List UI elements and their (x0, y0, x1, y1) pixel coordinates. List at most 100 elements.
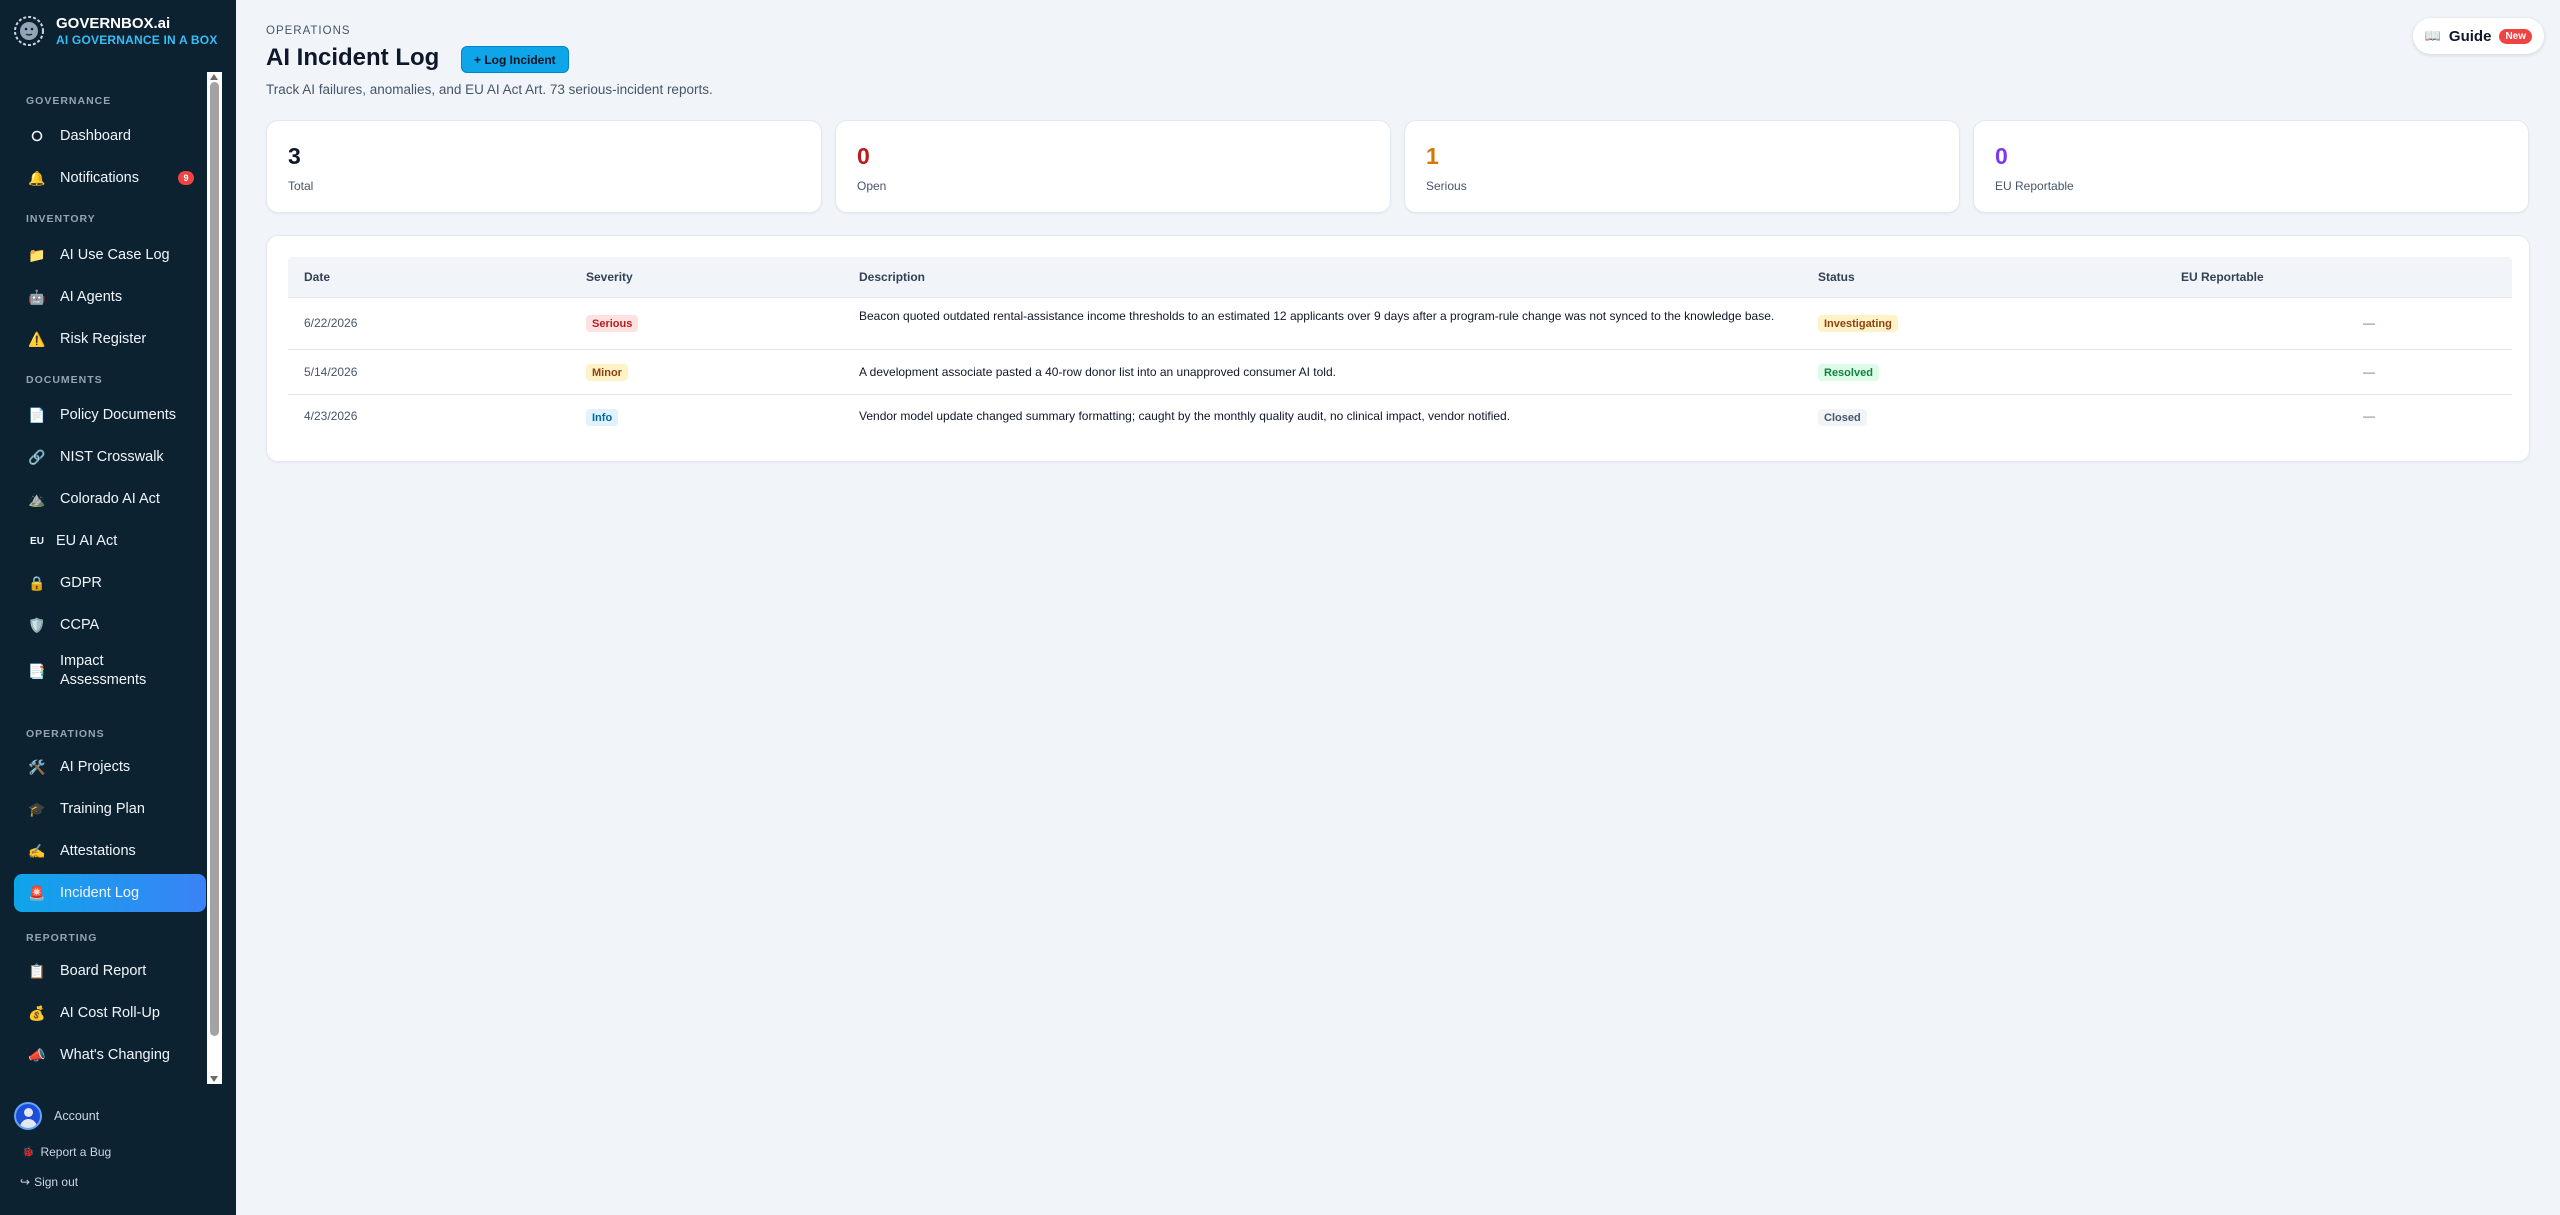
scroll-thumb[interactable] (210, 82, 219, 1036)
section-label-reporting: REPORTING (26, 932, 98, 944)
cell-eu-reportable: — (2363, 316, 2375, 330)
sidebar-item-ai-agents[interactable]: 🤖 AI Agents (14, 278, 206, 316)
main-content: OPERATIONS AI Incident Log + Log Inciden… (236, 0, 2560, 1215)
stat-value: 0 (1995, 143, 2008, 169)
sidebar-item-nist-crosswalk[interactable]: 🔗 NIST Crosswalk (14, 438, 206, 476)
stat-label: Open (857, 179, 887, 193)
sidebar-item-whats-changing[interactable]: 📣 What's Changing (14, 1036, 206, 1074)
stat-card-open: 0 Open (835, 120, 1391, 213)
sidebar-item-label: Notifications (60, 169, 139, 186)
severity-badge: Info (586, 409, 619, 426)
section-label-operations: OPERATIONS (26, 728, 105, 740)
stat-value: 0 (857, 143, 870, 169)
sign-out-link[interactable]: ↪ Sign out (20, 1175, 78, 1189)
status-badge: Investigating (1818, 315, 1898, 332)
sidebar-item-notifications[interactable]: 🔔 Notifications 9 (14, 159, 206, 197)
section-label-governance: GOVERNANCE (26, 95, 112, 107)
section-label-inventory: INVENTORY (26, 213, 96, 225)
sidebar-item-gdpr[interactable]: 🔒 GDPR (14, 564, 206, 602)
scroll-up-arrow-icon[interactable] (210, 74, 218, 80)
sign-out-label: Sign out (34, 1175, 79, 1189)
sidebar-item-label: AI Cost Roll-Up (60, 1004, 160, 1021)
stat-card-serious: 1 Serious (1404, 120, 1960, 213)
account-label: Account (54, 1109, 100, 1123)
table-row[interactable]: 6/22/2026 Serious Beacon quoted outdated… (288, 297, 2512, 349)
table-header: Date Severity Description Status EU Repo… (288, 257, 2512, 297)
table-row[interactable]: 5/14/2026 Minor A development associate … (288, 349, 2512, 394)
column-header-status[interactable]: Status (1818, 270, 1855, 284)
sidebar-item-label: NIST Crosswalk (60, 448, 164, 465)
sidebar-item-label: Training Plan (60, 800, 145, 817)
sidebar-item-impact-assessments[interactable]: 📑 Impact Assessments (14, 648, 206, 694)
status-badge: Resolved (1818, 364, 1879, 381)
log-incident-button[interactable]: + Log Incident (461, 46, 569, 73)
sidebar-item-attestations[interactable]: ✍️ Attestations (14, 832, 206, 870)
status-badge: Closed (1818, 409, 1867, 426)
report-bug-link[interactable]: 🐞 Report a Bug (22, 1145, 111, 1159)
shield-icon: 🛡️ (28, 616, 46, 633)
graduation-cap-icon: 🎓 (28, 800, 46, 817)
column-header-eu-reportable[interactable]: EU Reportable (2181, 270, 2264, 284)
sidebar-item-policy-documents[interactable]: 📄 Policy Documents (14, 396, 206, 434)
stat-card-eu-reportable: 0 EU Reportable (1973, 120, 2529, 213)
incident-table: Date Severity Description Status EU Repo… (266, 235, 2530, 462)
avatar (14, 1102, 42, 1130)
sidebar-item-colorado-ai-act[interactable]: ⛰️ Colorado AI Act (14, 480, 206, 518)
sidebar-item-eu-ai-act[interactable]: EU EU AI Act (14, 522, 206, 560)
table-row[interactable]: 4/23/2026 Info Vendor model update chang… (288, 394, 2512, 439)
sidebar-item-risk-register[interactable]: ⚠️ Risk Register (14, 320, 206, 358)
cell-eu-reportable: — (2363, 409, 2375, 423)
stat-card-total: 3 Total (266, 120, 822, 213)
cell-description: Beacon quoted outdated rental-assistance… (859, 309, 1775, 323)
new-badge: New (2499, 28, 2532, 44)
link-icon: 🔗 (28, 448, 46, 465)
bell-icon: 🔔 (28, 169, 46, 186)
sidebar-item-ai-projects[interactable]: 🛠️ AI Projects (14, 748, 206, 786)
book-icon: 📖 (2424, 28, 2441, 43)
cell-description: A development associate pasted a 40-row … (859, 365, 1336, 379)
sidebar-item-board-report[interactable]: 📋 Board Report (14, 952, 206, 990)
sidebar-item-ccpa[interactable]: 🛡️ CCPA (14, 606, 206, 644)
lock-icon: 🔒 (28, 574, 46, 591)
column-header-description[interactable]: Description (859, 270, 925, 284)
account-link[interactable]: Account (14, 1102, 99, 1130)
stat-value: 1 (1426, 143, 1439, 169)
sidebar-item-dashboard[interactable]: Dashboard (14, 117, 206, 155)
siren-icon: 🚨 (28, 884, 46, 901)
sidebar-item-label: CCPA (60, 616, 100, 633)
sidebar-item-label: Risk Register (60, 330, 147, 347)
sidebar-scrollbar[interactable] (207, 72, 222, 1084)
eu-icon: EU (30, 535, 44, 547)
notification-count-badge: 9 (178, 171, 194, 185)
sidebar-item-label: Incident Log (60, 884, 140, 901)
section-label-documents: DOCUMENTS (26, 374, 103, 386)
megaphone-icon: 📣 (28, 1046, 46, 1063)
sidebar-item-label: AI Projects (60, 758, 131, 775)
cell-date: 5/14/2026 (304, 365, 358, 379)
sidebar-item-label: Impact Assessments (60, 653, 147, 688)
severity-badge: Serious (586, 315, 639, 332)
column-header-date[interactable]: Date (304, 270, 330, 284)
sidebar-item-ai-use-case-log[interactable]: 📁 AI Use Case Log (14, 236, 206, 274)
sidebar-item-label: EU AI Act (56, 532, 118, 549)
sidebar-item-label: Board Report (60, 962, 147, 979)
cell-date: 6/22/2026 (304, 316, 358, 330)
breadcrumb: OPERATIONS (266, 25, 351, 37)
sidebar-item-incident-log[interactable]: 🚨 Incident Log (14, 874, 206, 912)
cell-description: Vendor model update changed summary form… (859, 409, 1511, 423)
sidebar-item-label: AI Use Case Log (60, 246, 170, 263)
sidebar-item-ai-cost-roll-up[interactable]: 💰 AI Cost Roll-Up (14, 994, 206, 1032)
clipboard-icon: 📋 (28, 962, 46, 979)
money-bag-icon: 💰 (28, 1004, 46, 1021)
tools-icon: 🛠️ (28, 758, 46, 775)
guide-button[interactable]: 📖 Guide New (2412, 18, 2544, 54)
page-subtitle: Track AI failures, anomalies, and EU AI … (266, 82, 713, 97)
brand-name: GOVERNBOX.ai (56, 14, 171, 32)
report-icon: 📑 (28, 662, 46, 679)
brand[interactable]: GOVERNBOX.ai AI GOVERNANCE IN A BOX (12, 14, 218, 48)
page-title: AI Incident Log (266, 44, 440, 71)
document-icon: 📄 (28, 406, 46, 423)
column-header-severity[interactable]: Severity (586, 270, 633, 284)
sidebar-item-training-plan[interactable]: 🎓 Training Plan (14, 790, 206, 828)
scroll-down-arrow-icon[interactable] (210, 1076, 218, 1082)
